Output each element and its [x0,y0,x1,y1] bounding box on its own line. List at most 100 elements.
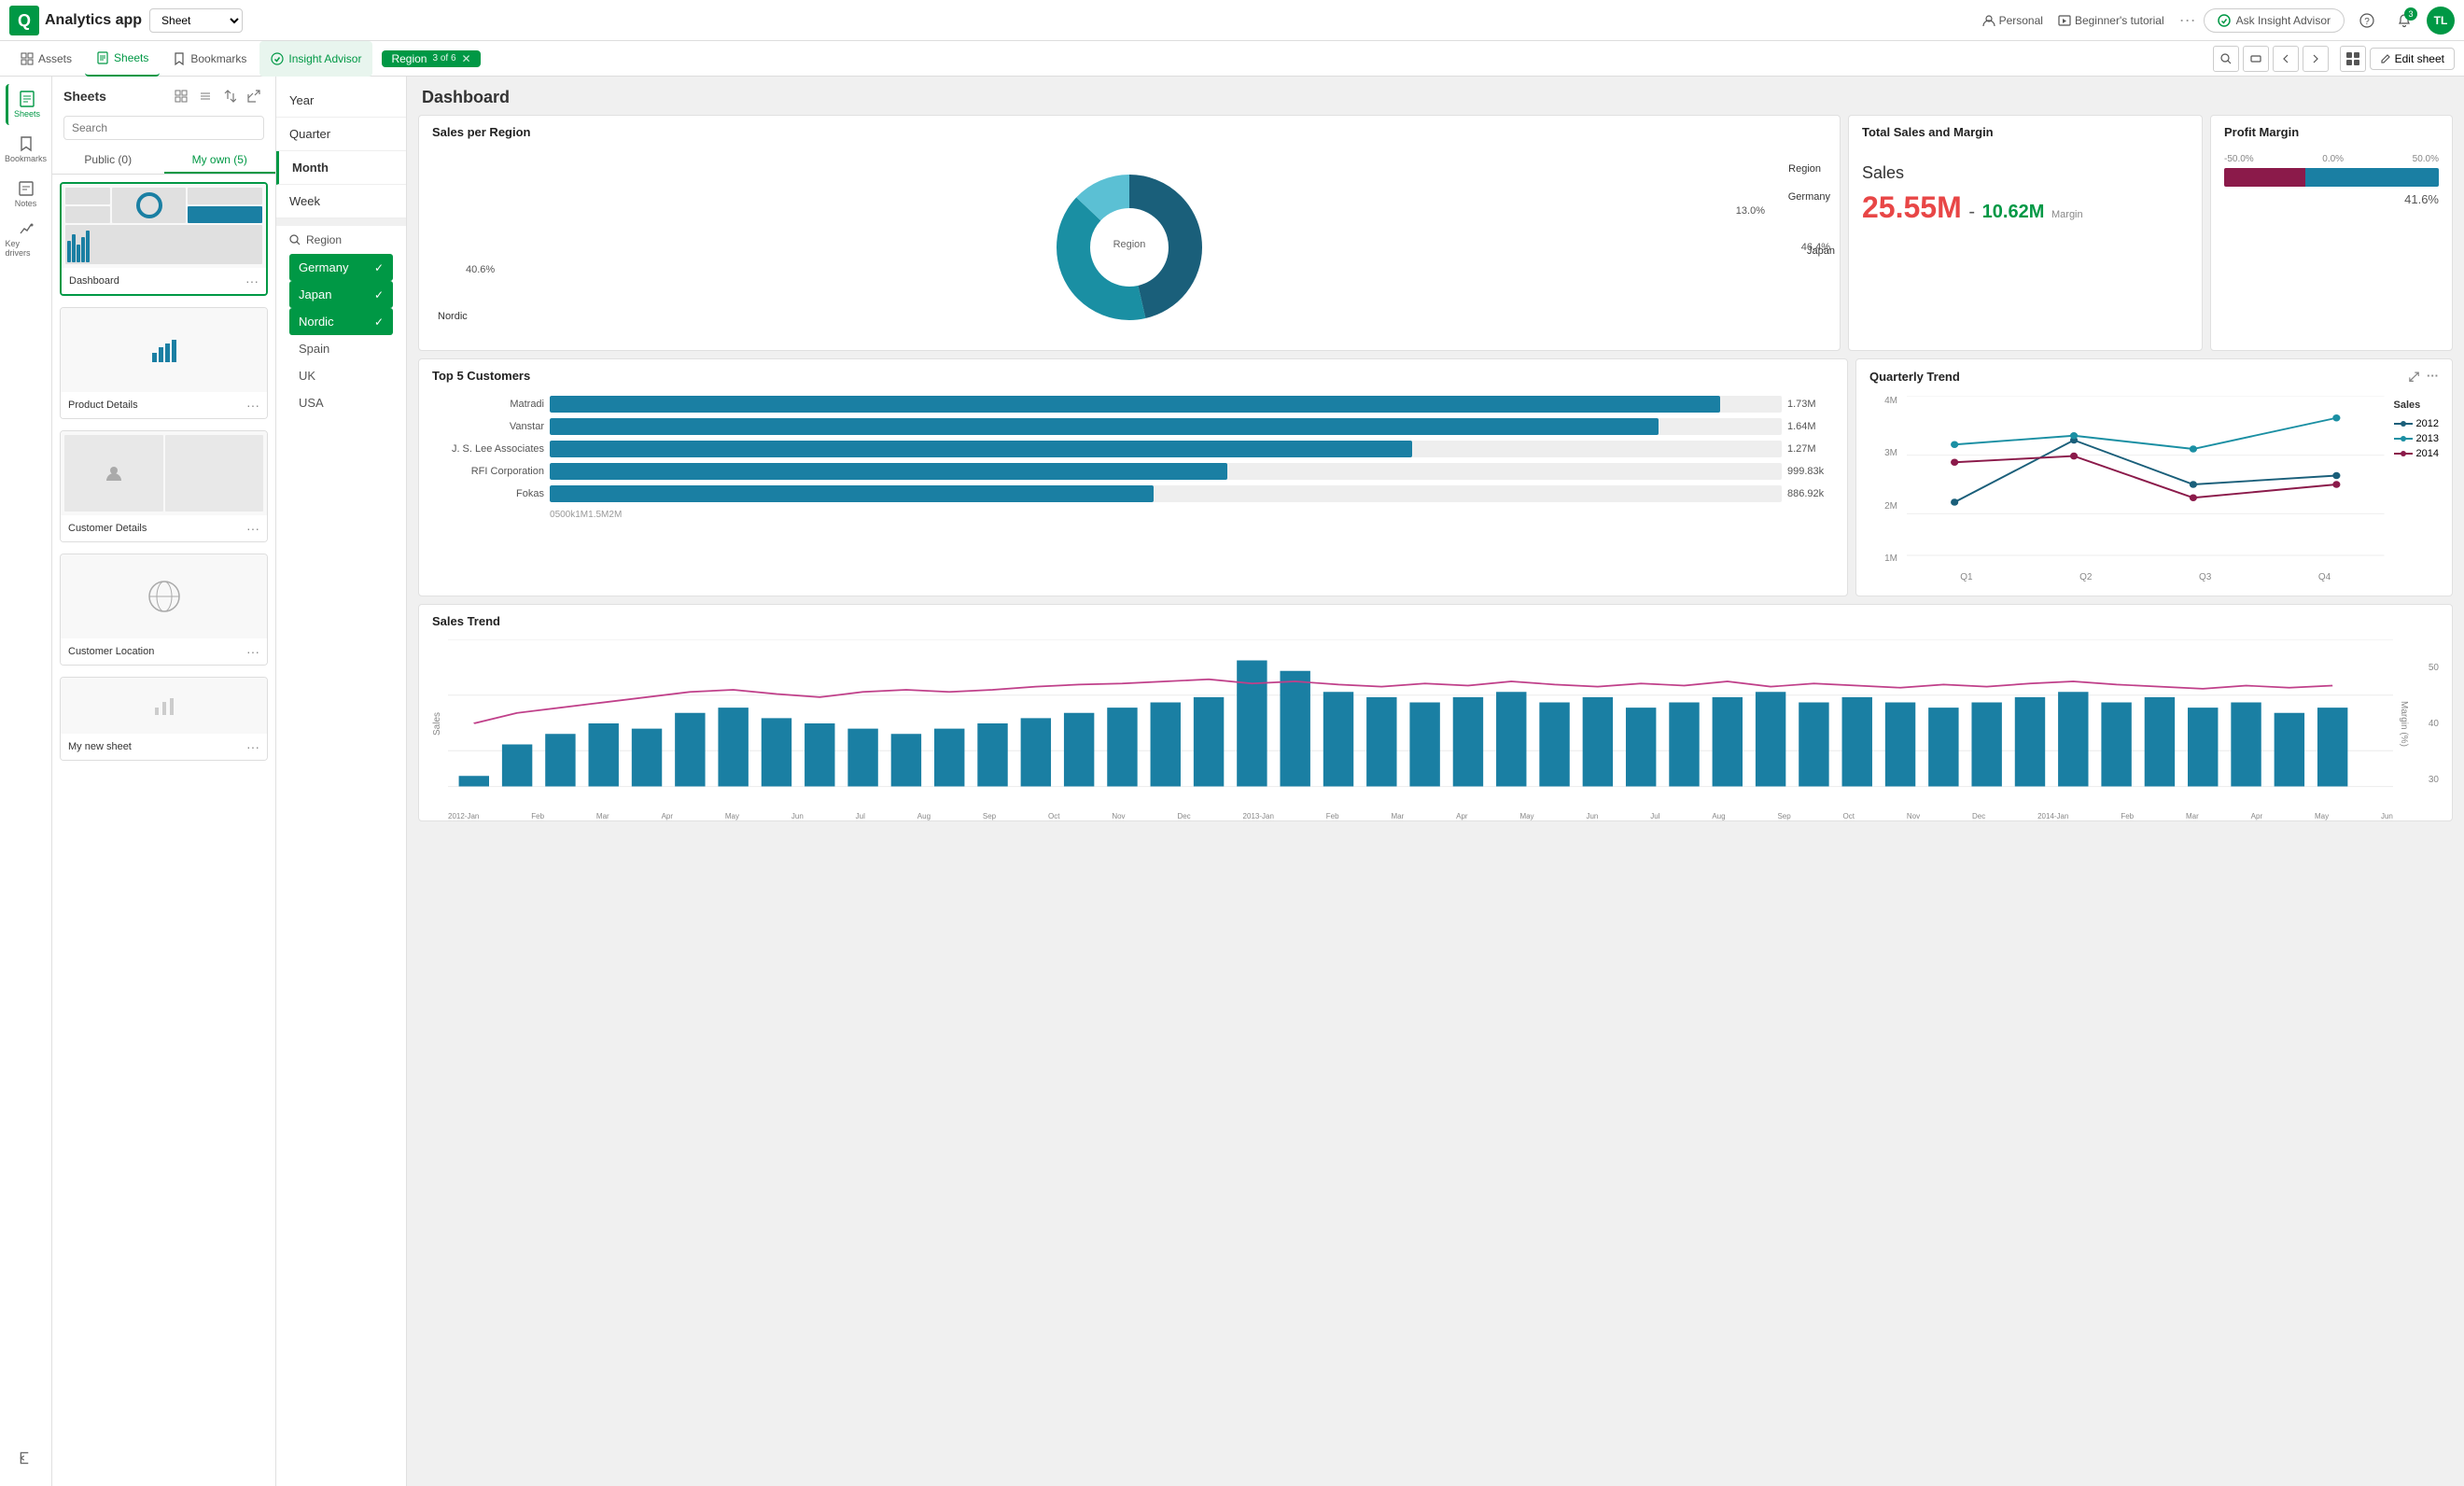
region-filter-tag: Region 3 of 6 ✕ [382,50,480,67]
left-nav-key-drivers[interactable]: Key drivers [6,218,47,259]
selection-toolbar-button[interactable] [2243,46,2269,72]
legend-line-2013 [2394,435,2413,442]
quarterly-menu-button[interactable]: ··· [2427,369,2439,385]
sheet-item-dashboard[interactable]: Dashboard ··· [60,182,268,296]
region-item-nordic[interactable]: Nordic ✓ [289,308,393,335]
bar-chart-mini-icon [150,336,178,364]
sheet-selector[interactable]: Sheet [149,8,243,33]
edit-sheet-button[interactable]: Edit sheet [2370,48,2455,70]
sheet-footer-2: Product Details ··· [61,392,267,418]
sheet-name-2: Product Details [68,400,138,411]
profit-margin-header: Profit Margin [2211,116,2452,145]
region-item-usa[interactable]: USA [289,389,393,416]
nav-bookmarks[interactable]: Bookmarks [161,41,258,77]
sheets-panel-title: Sheets [63,89,106,104]
total-sales-header: Total Sales and Margin [1849,116,2202,145]
sheet-menu-button-2[interactable]: ··· [246,398,259,413]
sales-value: 25.55M [1862,190,1962,224]
sales-trend-card: Sales Trend Sales [418,604,2453,821]
bar-fill-rfi [550,463,1227,480]
region-item-spain[interactable]: Spain [289,335,393,362]
bar-value-matradi: 1.73M [1787,399,1834,410]
grid-view-icon[interactable] [171,86,191,106]
left-nav-bookmarks[interactable]: Bookmarks [6,129,47,170]
ask-insight-advisor-button[interactable]: Ask Insight Advisor [2204,8,2345,33]
sheet-item-customer-location[interactable]: Customer Location ··· [60,554,268,666]
view-controls [2340,46,2366,72]
region-tag-close-button[interactable]: ✕ [462,52,471,65]
sheet-menu-button-3[interactable]: ··· [246,521,259,536]
notes-nav-label: Notes [15,199,37,208]
total-sales-title: Total Sales and Margin [1862,125,1994,139]
nav-sheets[interactable]: Sheets [85,41,160,77]
donut-chart-svg: Region [1045,163,1213,331]
sheet-item-product-details[interactable]: Product Details ··· [60,307,268,419]
help-button[interactable]: ? [2352,6,2382,35]
list-view-icon[interactable] [195,86,216,106]
sheets-view-icons [171,86,264,106]
filter-quarter[interactable]: Quarter [276,118,406,151]
qlik-logo-icon: Q [9,6,39,35]
filter-month[interactable]: Month [276,151,406,185]
sheets-icon [96,51,109,64]
sheets-nav-label: Sheets [14,109,40,119]
left-nav-sheets[interactable]: Sheets [6,84,47,125]
sales-trend-section: Sales Trend Sales [407,604,2464,833]
sheets-search-input[interactable] [63,116,264,140]
profit-margin-title: Profit Margin [2224,125,2299,139]
quarterly-y-axis: 4M 3M 2M 1M [1869,396,1897,582]
people-icon [105,464,123,483]
navbar: Assets Sheets Bookmarks Insight Advisor … [0,41,2464,77]
left-nav-collapse[interactable] [6,1437,47,1479]
sheet-menu-button[interactable]: ··· [245,273,259,288]
filter-week[interactable]: Week [276,185,406,218]
notifications-button[interactable]: 3 [2389,6,2419,35]
bookmarks-nav-label: Bookmarks [5,154,47,163]
bar-chart-simple-icon [153,694,175,717]
bar-track-fokas [550,485,1782,502]
margin-value: 10.62M [1982,202,2045,222]
region-item-uk[interactable]: UK [289,362,393,389]
sheet-name-5: My new sheet [68,741,132,752]
user-avatar[interactable]: TL [2427,7,2455,35]
sheet-footer-5: My new sheet ··· [61,734,267,760]
region-tag[interactable]: Region 3 of 6 ✕ [382,50,480,67]
nav-insight-advisor[interactable]: Insight Advisor [259,41,372,77]
bar-axis: 0 500k 1M 1.5M 2M [432,508,1834,520]
sales-trend-y-label: Sales [432,639,442,807]
quarterly-legend: Sales 2012 2013 2014 [2394,396,2439,582]
expand-sheets-icon[interactable] [244,86,264,106]
tab-my-own[interactable]: My own (5) [164,147,276,174]
back-button[interactable] [2273,46,2299,72]
sheet-menu-button-4[interactable]: ··· [246,644,259,659]
list-view-svg-icon [199,90,212,103]
grid-view-button[interactable] [2340,46,2366,72]
quarterly-trend-card: Quarterly Trend ⤢ ··· 4M 3M 2M 1M [1855,358,2453,596]
filter-year[interactable]: Year [276,84,406,118]
bar-fill-jslee [550,441,1412,457]
notification-badge: 3 [2404,7,2417,21]
assets-icon [21,52,34,65]
sort-icon[interactable] [219,86,240,106]
insight-advisor-icon [271,52,284,65]
quarterly-chart-svg-container: Q1 Q2 Q3 Q4 [1907,396,2385,582]
top5-title: Top 5 Customers [432,369,530,383]
sheet-item-customer-details[interactable]: Customer Details ··· [60,430,268,542]
tab-public[interactable]: Public (0) [52,147,164,174]
left-nav-notes[interactable]: Notes [6,174,47,215]
profit-value: 41.6% [2224,192,2439,206]
quarterly-expand-button[interactable]: ⤢ [2409,369,2419,385]
nav-assets[interactable]: Assets [9,41,83,77]
sheets-list: Dashboard ··· Product Details ··· [52,175,275,1486]
sheet-footer-4: Customer Location ··· [61,638,267,665]
sheet-menu-button-5[interactable]: ··· [246,739,259,754]
tutorial-button[interactable]: Beginner's tutorial [2058,14,2164,27]
region-item-japan[interactable]: Japan ✓ [289,281,393,308]
personal-button[interactable]: Personal [1982,14,2043,27]
sheet-thumbnail-4 [61,554,267,638]
sheet-item-my-new-sheet[interactable]: My new sheet ··· [60,677,268,761]
forward-button[interactable] [2303,46,2329,72]
sort-svg-icon [223,90,236,103]
region-item-germany[interactable]: Germany ✓ [289,254,393,281]
smart-search-button[interactable] [2213,46,2239,72]
